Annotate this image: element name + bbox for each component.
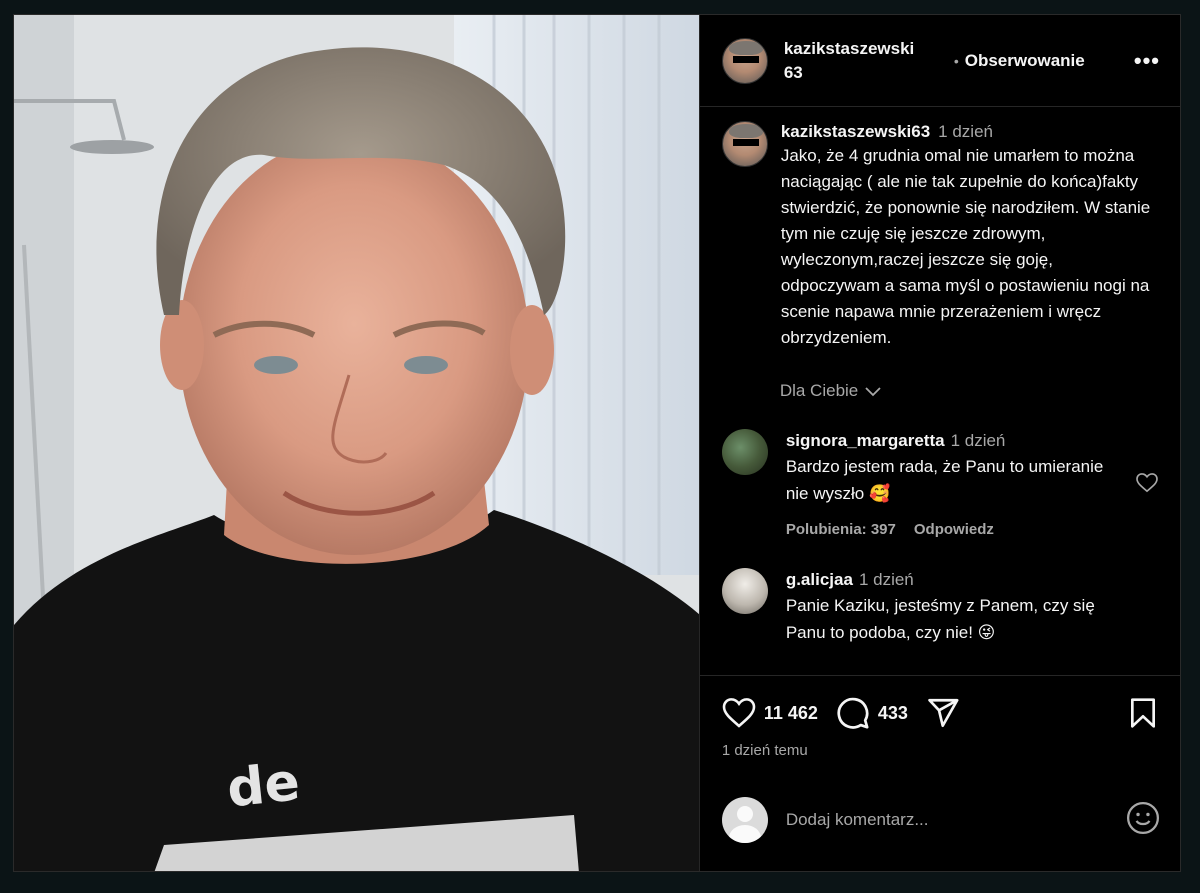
comment-heart-icon[interactable]: [1136, 473, 1158, 493]
add-comment-bar: [700, 790, 1180, 850]
post-actions: 11 462 433 1 dzień temu: [699, 675, 1180, 871]
for-you-label: Dla Ciebie: [779, 381, 859, 400]
reply-button[interactable]: Odpowiedz: [914, 521, 994, 538]
comment-text: Bardzo jestem rada, że Panu to umieranie…: [785, 457, 1104, 503]
post-photo[interactable]: de: [14, 15, 699, 871]
heart-icon[interactable]: [722, 698, 756, 728]
author-avatar[interactable]: [721, 37, 768, 84]
comment-text: Panie Kaziku, jesteśmy z Panem, czy się …: [785, 596, 1095, 642]
separator-dot: •: [953, 52, 959, 69]
caption-time[interactable]: 1 dzień: [938, 122, 993, 141]
ellipsis-icon[interactable]: •••: [1134, 48, 1160, 74]
post-details-panel: kazikstaszewski 63 • Obserwowanie ••• ka…: [698, 15, 1180, 871]
commenter-avatar[interactable]: [721, 429, 768, 475]
current-user-avatar: [721, 797, 768, 843]
comments-count[interactable]: 433: [878, 703, 908, 724]
smiley-icon[interactable]: [1126, 801, 1160, 840]
add-comment-input[interactable]: [785, 810, 1116, 830]
following-button[interactable]: Obserwowanie: [965, 51, 1085, 71]
comment-bubble-icon[interactable]: [836, 696, 870, 730]
comment-username[interactable]: g.alicjaa: [786, 570, 853, 589]
comments-scroll-area[interactable]: kazikstaszewski63 1 dzień Jako, że 4 grud…: [700, 107, 1180, 675]
post-timestamp[interactable]: 1 dzień temu: [722, 742, 808, 759]
bookmark-icon[interactable]: [1128, 697, 1158, 729]
caption-username[interactable]: kazikstaszewski63: [781, 122, 930, 141]
comment-time[interactable]: 1 dzień: [951, 431, 1006, 450]
likes-count[interactable]: 11 462: [764, 703, 818, 724]
commenter-avatar[interactable]: [721, 568, 768, 614]
chevron-down-icon: [865, 387, 881, 397]
comment-likes-count[interactable]: Polubienia: 397: [786, 521, 896, 538]
shirt-print-text: de: [224, 752, 302, 819]
comment-item: g.alicjaa 1 dzień Panie Kaziku, jesteśmy …: [700, 568, 1180, 646]
post-header: kazikstaszewski 63 • Obserwowanie •••: [699, 15, 1180, 107]
post-modal: de kazikstaszewski 63 • Obserwowanie •••…: [13, 14, 1181, 872]
author-username[interactable]: kazikstaszewski 63: [784, 37, 944, 85]
post-caption: kazikstaszewski63 1 dzień Jako, że 4 grud…: [700, 107, 1180, 351]
comment-item: signora_margaretta 1 dzień Bardzo jestem …: [700, 429, 1180, 538]
comment-username[interactable]: signora_margaretta: [786, 431, 945, 450]
for-you-dropdown[interactable]: Dla Ciebie: [780, 381, 1180, 401]
selfie-image: de: [14, 15, 699, 871]
paper-plane-icon[interactable]: [926, 696, 960, 730]
comment-time[interactable]: 1 dzień: [859, 570, 914, 589]
caption-author-avatar[interactable]: [721, 121, 768, 167]
caption-text: Jako, że 4 grudnia omal nie umarłem to m…: [780, 146, 1151, 347]
